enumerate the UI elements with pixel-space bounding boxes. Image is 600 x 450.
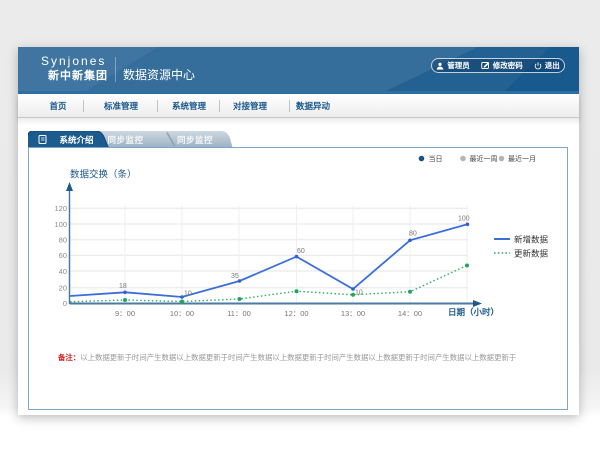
svg-text:12：00: 12：00 bbox=[284, 309, 308, 318]
svg-text:18: 18 bbox=[119, 283, 127, 290]
svg-text:同步监控: 同步监控 bbox=[108, 135, 144, 145]
svg-text:10: 10 bbox=[184, 291, 192, 298]
svg-text:最近一周: 最近一周 bbox=[470, 154, 498, 163]
svg-text:数据交换（条）: 数据交换（条） bbox=[70, 169, 137, 181]
svg-text:100: 100 bbox=[54, 220, 67, 229]
svg-text:系统介绍: 系统介绍 bbox=[60, 135, 95, 145]
svg-text:60: 60 bbox=[297, 248, 305, 255]
svg-text:新增数据: 新增数据 bbox=[514, 235, 549, 245]
svg-text:40: 40 bbox=[59, 267, 67, 276]
svg-text:14：00: 14：00 bbox=[398, 309, 422, 318]
svg-text:同步监控: 同步监控 bbox=[177, 135, 213, 145]
svg-text:35: 35 bbox=[231, 273, 239, 280]
svg-text:120: 120 bbox=[54, 204, 67, 213]
svg-text:11：00: 11：00 bbox=[227, 309, 251, 318]
svg-text:当日: 当日 bbox=[429, 154, 443, 163]
svg-text:10: 10 bbox=[355, 290, 363, 297]
svg-text:10：00: 10：00 bbox=[170, 309, 194, 318]
svg-text:最近一月: 最近一月 bbox=[508, 154, 536, 163]
svg-text:80: 80 bbox=[409, 231, 417, 238]
svg-text:9：00: 9：00 bbox=[115, 309, 135, 318]
svg-text:更新数据: 更新数据 bbox=[514, 249, 549, 259]
svg-text:日期（小时）: 日期（小时） bbox=[448, 307, 499, 317]
svg-text:20: 20 bbox=[59, 284, 67, 293]
svg-text:13：00: 13：00 bbox=[341, 309, 365, 318]
svg-text:80: 80 bbox=[59, 236, 67, 245]
svg-text:60: 60 bbox=[59, 251, 67, 260]
svg-text:0: 0 bbox=[63, 299, 67, 308]
svg-text:100: 100 bbox=[458, 216, 470, 223]
